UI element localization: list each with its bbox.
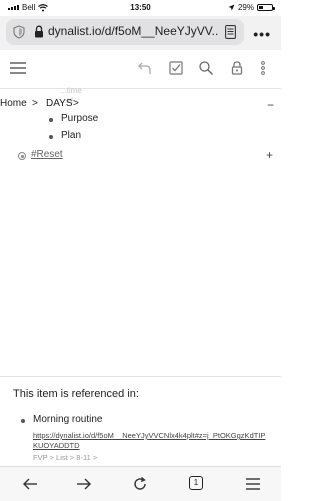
reference-crumb-separator: > <box>49 453 54 462</box>
list-item-purpose[interactable]: Purpose <box>61 113 98 124</box>
reference-crumb-separator: > <box>69 453 75 462</box>
breadcrumb-home[interactable]: Home <box>0 98 27 109</box>
browser-menu-button[interactable]: ••• <box>253 26 271 42</box>
reference-item-name[interactable]: Morning routine <box>33 414 102 425</box>
reader-mode-icon[interactable] <box>225 25 236 39</box>
browser-address-area: dynalist.io/d/f5oM__NeeYJyVV... ••• <box>0 16 281 50</box>
reference-crumb[interactable]: 8-11 <box>76 453 90 462</box>
menu-icon[interactable] <box>245 476 261 492</box>
location-icon <box>228 4 235 11</box>
add-item-button[interactable]: + <box>266 148 273 162</box>
reference-crumb[interactable]: List <box>56 453 68 462</box>
reset-tag-link[interactable]: #Reset <box>31 149 63 160</box>
breadcrumb-days[interactable]: DAYS <box>46 98 73 109</box>
tabs-button[interactable]: 1 <box>189 476 203 490</box>
battery-percent: 29% <box>237 3 254 12</box>
forward-arrow-icon[interactable] <box>76 476 92 492</box>
reference-breadcrumb: FVP > List > 8-11 > <box>33 453 97 462</box>
collapsed-bullet-icon[interactable] <box>18 152 26 160</box>
collapse-button[interactable]: − <box>267 98 274 112</box>
app-toolbar <box>0 50 281 89</box>
breadcrumb: Home > DAYS > − <box>0 96 281 112</box>
search-icon[interactable] <box>198 60 214 76</box>
bullet-icon[interactable] <box>49 135 53 139</box>
bullet-icon <box>21 419 25 423</box>
url-text[interactable]: dynalist.io/d/f5oM__NeeYJyVV... <box>48 24 218 38</box>
breadcrumb-separator: > <box>32 98 38 109</box>
shield-icon[interactable] <box>12 25 26 39</box>
references-heading: This item is referenced in: <box>13 388 139 400</box>
checklist-icon[interactable] <box>168 60 184 76</box>
back-arrow-icon[interactable] <box>22 476 38 492</box>
list-item-plan[interactable]: Plan <box>61 130 81 141</box>
status-right: 29% <box>228 3 275 12</box>
undo-icon[interactable] <box>137 60 153 76</box>
breadcrumb-separator: > <box>73 98 79 109</box>
reference-crumb[interactable]: FVP <box>33 453 47 462</box>
reference-crumb-separator: > <box>92 453 98 462</box>
status-bar: Bell 13:50 29% <box>0 0 281 16</box>
lock-icon <box>35 25 43 38</box>
reference-link[interactable]: https://dynalist.io/d/f5oM__NeeYJyVVCNlx… <box>33 431 269 451</box>
ghost-item-1: ...time <box>60 86 82 95</box>
reload-icon[interactable] <box>132 476 148 492</box>
address-bar[interactable]: dynalist.io/d/f5oM__NeeYJyVV... <box>6 19 244 45</box>
section-divider <box>0 376 281 377</box>
lock-icon[interactable] <box>229 60 245 76</box>
hamburger-menu-icon[interactable] <box>9 60 27 76</box>
bullet-icon[interactable] <box>49 118 53 122</box>
battery-icon <box>257 4 275 11</box>
more-vertical-icon[interactable] <box>258 60 268 76</box>
browser-bottom-bar: 1 <box>0 466 281 501</box>
